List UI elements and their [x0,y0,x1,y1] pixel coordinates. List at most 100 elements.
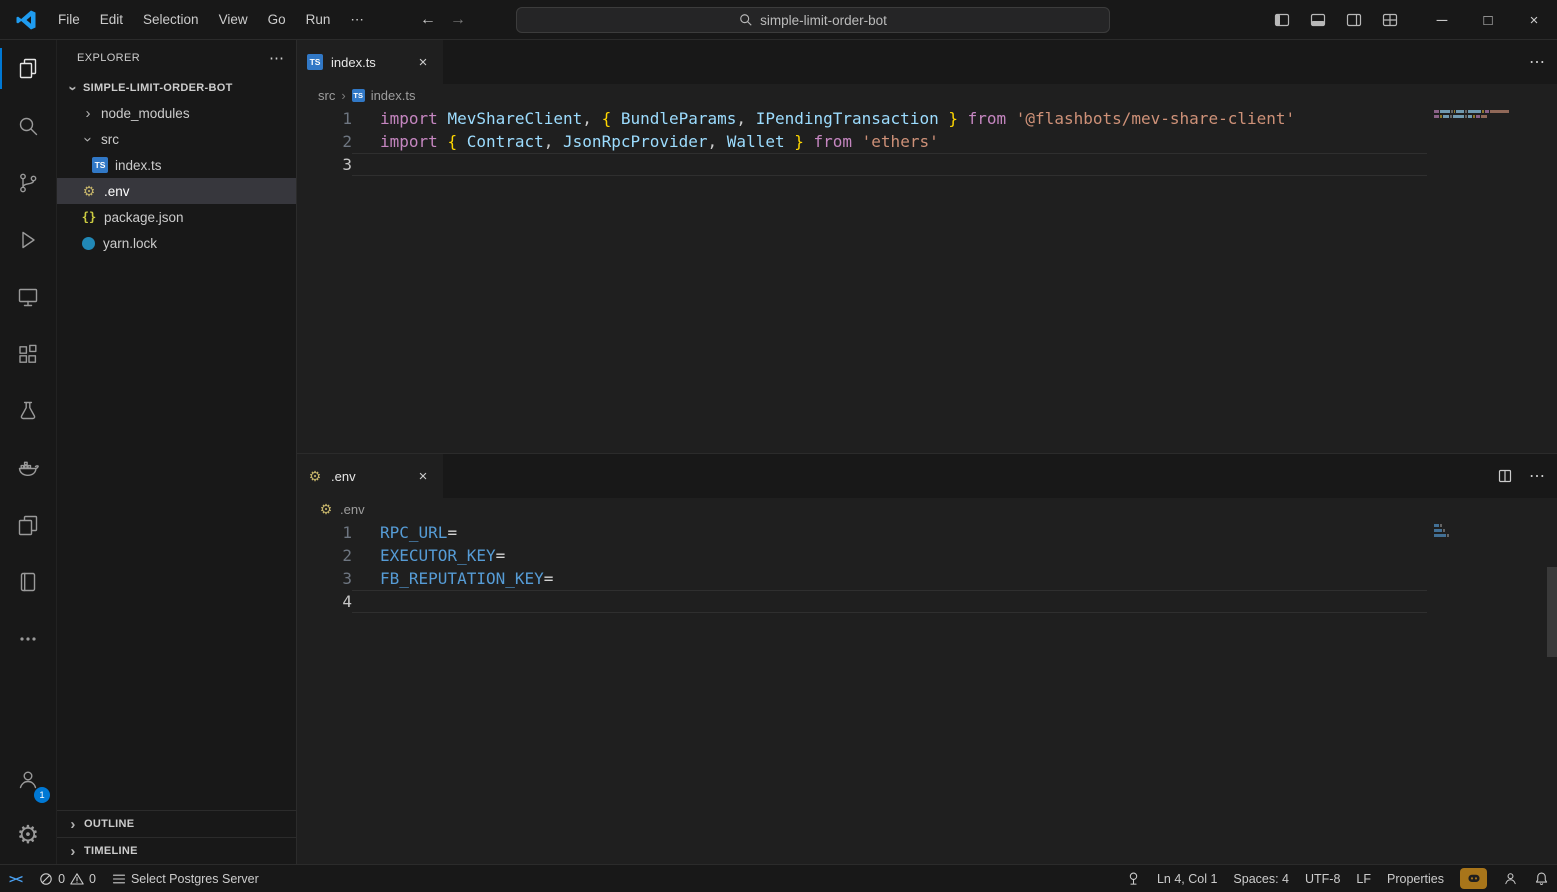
accounts-icon[interactable]: 1 [0,750,56,807]
activity-bar: 1 ⚙ [0,40,57,864]
notifications-bell-icon[interactable] [1526,865,1557,892]
toggle-secondary-sidebar-icon[interactable] [1341,7,1367,33]
server-label: Select Postgres Server [131,872,259,886]
remote-explorer-icon[interactable] [0,268,56,325]
feedback-icon[interactable] [1495,865,1526,892]
code-line[interactable]: 2EXECUTOR_KEY= [297,544,1557,567]
cursor-position[interactable]: Ln 4, Col 1 [1149,865,1225,892]
breadcrumb-file[interactable]: index.ts [371,88,416,103]
extensions-icon[interactable] [0,325,56,382]
customize-layout-icon[interactable] [1377,7,1403,33]
chevron-down-icon: › [81,133,96,145]
code-line[interactable]: 3 [297,153,1557,176]
menu-selection[interactable]: Selection [133,7,209,32]
section-outline[interactable]: ›OUTLINE [57,810,296,837]
language-mode[interactable]: Properties [1379,865,1452,892]
sidebar-bottom-sections: ›OUTLINE›TIMELINE [57,810,296,864]
error-icon [39,872,53,886]
minimap[interactable] [1434,523,1510,543]
explorer-more-actions-icon[interactable]: ⋯ [269,49,284,67]
line-number[interactable]: 1 [297,521,352,544]
menu-view[interactable]: View [209,7,258,32]
tab-label: index.ts [331,55,405,70]
toggle-primary-sidebar-icon[interactable] [1269,7,1295,33]
breadcrumb-file[interactable]: .env [340,502,365,517]
code-line[interactable]: 1RPC_URL= [297,521,1557,544]
minimap[interactable] [1434,109,1510,124]
database-notebook-icon[interactable] [0,553,56,610]
settings-gear-icon[interactable]: ⚙ [0,807,56,864]
explorer-item-env[interactable]: ⚙.env [57,178,296,204]
forward-arrow[interactable]: → [450,11,466,29]
tab-env[interactable]: ⚙ .env × [297,454,443,498]
scrollbar-thumb[interactable] [1547,567,1557,657]
eol-status[interactable]: LF [1348,865,1379,892]
ports-icon[interactable] [1118,865,1149,892]
additional-views-icon[interactable] [0,610,56,667]
code-editor-index-ts[interactable]: 1import MevShareClient, { BundleParams, … [297,107,1557,453]
code-text: RPC_URL= [352,521,1427,544]
close-window-button[interactable]: × [1511,0,1557,40]
search-text: simple-limit-order-bot [760,13,887,28]
problems-status[interactable]: 0 0 [31,865,104,892]
menu-file[interactable]: File [48,7,90,32]
code-line[interactable]: 3FB_REPUTATION_KEY= [297,567,1557,590]
code-editor-env[interactable]: 1RPC_URL=2EXECUTOR_KEY=3FB_REPUTATION_KE… [297,521,1557,864]
copilot-status[interactable] [1452,865,1495,892]
code-line[interactable]: 1import MevShareClient, { BundleParams, … [297,107,1557,130]
source-control-icon[interactable] [0,154,56,211]
command-center-search[interactable]: simple-limit-order-bot [516,7,1110,33]
breadcrumb-folder[interactable]: src [318,88,335,103]
minimap-line [1434,538,1510,543]
explorer-item-src[interactable]: ›src [57,126,296,152]
line-number[interactable]: 4 [297,590,352,613]
accounts-badge: 1 [34,787,50,803]
line-number[interactable]: 1 [297,107,352,130]
section-timeline[interactable]: ›TIMELINE [57,837,296,864]
menu-go[interactable]: Go [258,7,296,32]
docker-icon[interactable] [0,439,56,496]
ts-file-icon: TS [352,89,365,102]
activity-bar-spacer [0,667,56,750]
search-activity-icon[interactable] [0,97,56,154]
code-line[interactable]: 4 [297,590,1557,613]
menu-run[interactable]: Run [296,7,341,32]
explorer-item-node-modules[interactable]: ›node_modules [57,100,296,126]
ts-file-icon: TS [307,54,323,70]
testing-icon[interactable] [0,382,56,439]
minimize-button[interactable]: ─ [1419,0,1465,40]
postgres-server-selector[interactable]: Select Postgres Server [104,865,267,892]
close-icon[interactable]: × [413,466,433,486]
line-number[interactable]: 2 [297,544,352,567]
back-arrow[interactable]: ← [420,11,436,29]
section-title: TIMELINE [84,845,138,857]
line-number[interactable]: 2 [297,130,352,153]
breadcrumb-separator-icon: › [341,88,345,103]
close-icon[interactable]: × [413,52,433,72]
line-number[interactable]: 3 [297,153,352,176]
code-line[interactable]: 2import { Contract, JsonRpcProvider, Wal… [297,130,1557,153]
split-editor-icon[interactable] [1497,468,1513,484]
containers-icon[interactable] [0,496,56,553]
run-debug-icon[interactable] [0,211,56,268]
indentation-status[interactable]: Spaces: 4 [1225,865,1297,892]
line-number[interactable]: 3 [297,567,352,590]
toggle-panel-icon[interactable] [1305,7,1331,33]
project-root-folder[interactable]: › SIMPLE-LIMIT-ORDER-BOT [57,76,296,100]
remote-indicator[interactable]: >< [0,865,31,892]
more-actions-icon[interactable]: ⋯ [1529,52,1545,72]
more-actions-icon[interactable]: ⋯ [1529,466,1545,486]
explorer-item-yarn-lock[interactable]: yarn.lock [57,230,296,256]
encoding-status[interactable]: UTF-8 [1297,865,1348,892]
vscode-logo [14,8,38,32]
maximize-button[interactable]: □ [1465,0,1511,40]
tab-index-ts[interactable]: TS index.ts × [297,40,443,84]
menu-more-button[interactable]: ⋯ [340,7,374,33]
editor-area: TS index.ts × ⋯ src › TS index.ts 1impor… [297,40,1557,864]
gear-file-icon: ⚙ [307,468,323,484]
explorer-item-index-ts[interactable]: TSindex.ts [57,152,296,178]
explorer-item-package-json[interactable]: {}package.json [57,204,296,230]
explorer-activity-icon[interactable] [0,40,56,97]
menu-edit[interactable]: Edit [90,7,133,32]
yarn-file-icon [82,237,95,250]
